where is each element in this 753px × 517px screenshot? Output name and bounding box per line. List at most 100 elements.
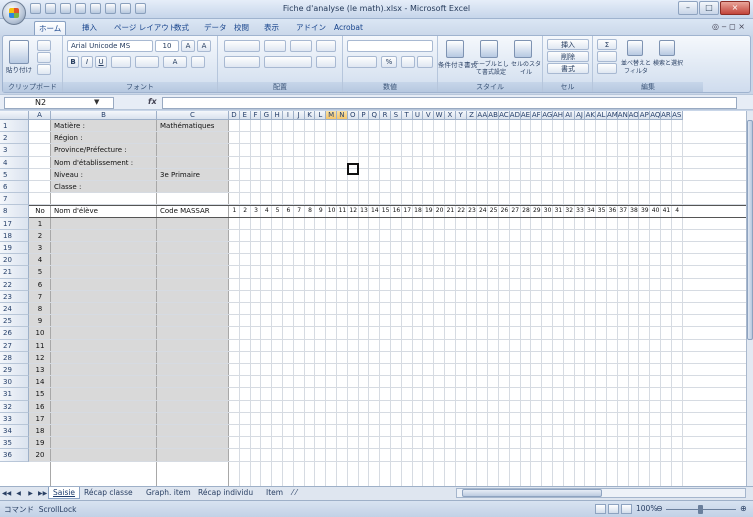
conditional-format-label[interactable]: 条件付き書式 [438,61,477,69]
minimize-button[interactable]: – [678,1,698,15]
prev-sheet-icon[interactable]: ◀ [14,489,23,498]
sheet-tab-recap-individu[interactable]: Récap individu [194,487,257,499]
tab-view[interactable]: 表示 [260,21,283,35]
column-header[interactable]: AC [499,111,510,120]
grow-font-icon[interactable]: A [181,40,195,52]
column-header[interactable]: D [229,111,240,120]
copy-icon[interactable] [37,52,51,63]
row-header[interactable]: 7 [0,193,29,206]
row-header[interactable]: 3 [0,144,29,157]
insert-cells-button[interactable]: 挿入 [547,39,589,50]
format-cells-button[interactable]: 書式 [547,63,589,74]
column-header[interactable]: AI [563,111,575,120]
comma-icon[interactable] [401,56,415,68]
row-header[interactable]: 24 [0,303,29,316]
row-header[interactable]: 18 [0,229,29,242]
font-name-select[interactable]: Arial Unicode MS [67,40,153,52]
row-header[interactable]: 4 [0,156,29,169]
column-header[interactable]: AR [661,111,672,120]
row-header[interactable]: 20 [0,254,29,267]
zoom-in-icon[interactable]: ⊕ [740,504,747,513]
row-header[interactable]: 27 [0,339,29,352]
column-header[interactable]: B [51,111,157,120]
find-select-label[interactable]: 検索と選択 [653,60,683,68]
row-header[interactable]: 26 [0,327,29,340]
chevron-down-icon[interactable]: ▼ [94,98,99,106]
column-header[interactable]: AH [553,111,564,120]
zoom-level[interactable]: 100% [636,504,657,513]
column-header[interactable]: AA [477,111,489,120]
row-header[interactable]: 21 [0,266,29,279]
normal-view-icon[interactable] [595,504,606,514]
column-header[interactable]: Y [455,111,467,120]
merge-icon[interactable] [316,40,336,52]
field-value[interactable]: 3e Primaire [157,169,229,181]
row-header[interactable]: 28 [0,351,29,364]
tab-addins[interactable]: アドイン [292,21,330,35]
customize-qat-icon[interactable] [135,3,146,14]
find-icon[interactable] [659,40,675,56]
column-header[interactable]: AK [585,111,597,120]
tab-home[interactable]: ホーム [34,21,67,35]
row-header[interactable]: 30 [0,376,29,389]
first-sheet-icon[interactable]: ◀◀ [2,489,11,498]
row-header[interactable]: 8 [0,205,29,218]
page-break-view-icon[interactable] [621,504,632,514]
column-header[interactable]: A [29,111,51,120]
row-header[interactable]: 23 [0,290,29,303]
tab-review[interactable]: 校閲 [230,21,253,35]
column-header[interactable]: AF [531,111,543,120]
row-header[interactable]: 25 [0,315,29,328]
indent-icon[interactable] [264,56,312,68]
row-header[interactable]: 22 [0,278,29,291]
row-header[interactable]: 6 [0,181,29,194]
row-header[interactable]: 29 [0,364,29,377]
column-header[interactable]: AD [509,111,521,120]
office-button[interactable] [2,1,26,25]
format-painter-icon[interactable] [37,64,51,75]
fill-icon[interactable] [597,51,617,62]
align-top-icon[interactable] [224,40,260,52]
italic-button[interactable]: I [81,56,93,68]
tab-data[interactable]: データ [200,21,231,35]
column-header[interactable]: AM [607,111,618,120]
field-value[interactable] [157,157,229,169]
font-size-select[interactable]: 10 [155,40,179,52]
align-left-icon[interactable] [224,56,260,68]
orientation-icon[interactable] [264,40,286,52]
sheet-tab-saisie[interactable]: Saisie [48,487,81,499]
row-header[interactable]: 33 [0,412,29,425]
page-layout-view-icon[interactable] [608,504,619,514]
format-table-label[interactable]: テーブルとして書式設定 [472,61,510,77]
decimal-icon[interactable] [417,56,433,68]
column-header[interactable]: H [272,111,283,120]
row-header[interactable]: 2 [0,132,29,145]
bold-button[interactable]: B [67,56,79,68]
number-format-select[interactable] [347,40,433,52]
column-header[interactable]: AG [542,111,553,120]
sheet-tab-recap-classe[interactable]: Récap classe [80,487,137,499]
column-header[interactable]: P [358,111,370,120]
row-header[interactable]: 34 [0,425,29,438]
column-header[interactable]: M [326,111,337,120]
spreadsheet-grid[interactable]: A B C D E F G H I J K L M N O P Q R S T U V W X Y Z AA AB AC AD AE AF AG… [0,111,746,486]
tab-formulas[interactable]: 数式 [170,21,193,35]
horizontal-scroll-thumb[interactable] [462,489,602,497]
phonetic-icon[interactable] [191,56,205,68]
column-header[interactable]: N [337,111,348,120]
font-color-icon[interactable]: A [163,56,187,68]
zoom-slider-knob[interactable] [698,505,703,514]
wrap-text-icon[interactable] [290,40,312,52]
paste-icon[interactable] [9,40,29,64]
help-icon[interactable]: ◎ ‒ ◻ × [712,22,745,31]
row-header[interactable]: 35 [0,437,29,450]
chart-icon[interactable] [90,3,101,14]
insert-sheet-tab[interactable]: ⁄ ⁄ [288,487,301,499]
column-header[interactable]: S [391,111,402,120]
shrink-font-icon[interactable]: A [197,40,211,52]
sort-filter-label[interactable]: 並べ替えとフィルタ [619,60,653,76]
delete-cells-button[interactable]: 削除 [547,51,589,62]
row-header[interactable]: 32 [0,400,29,413]
field-value[interactable] [157,181,229,193]
column-header[interactable]: T [401,111,413,120]
